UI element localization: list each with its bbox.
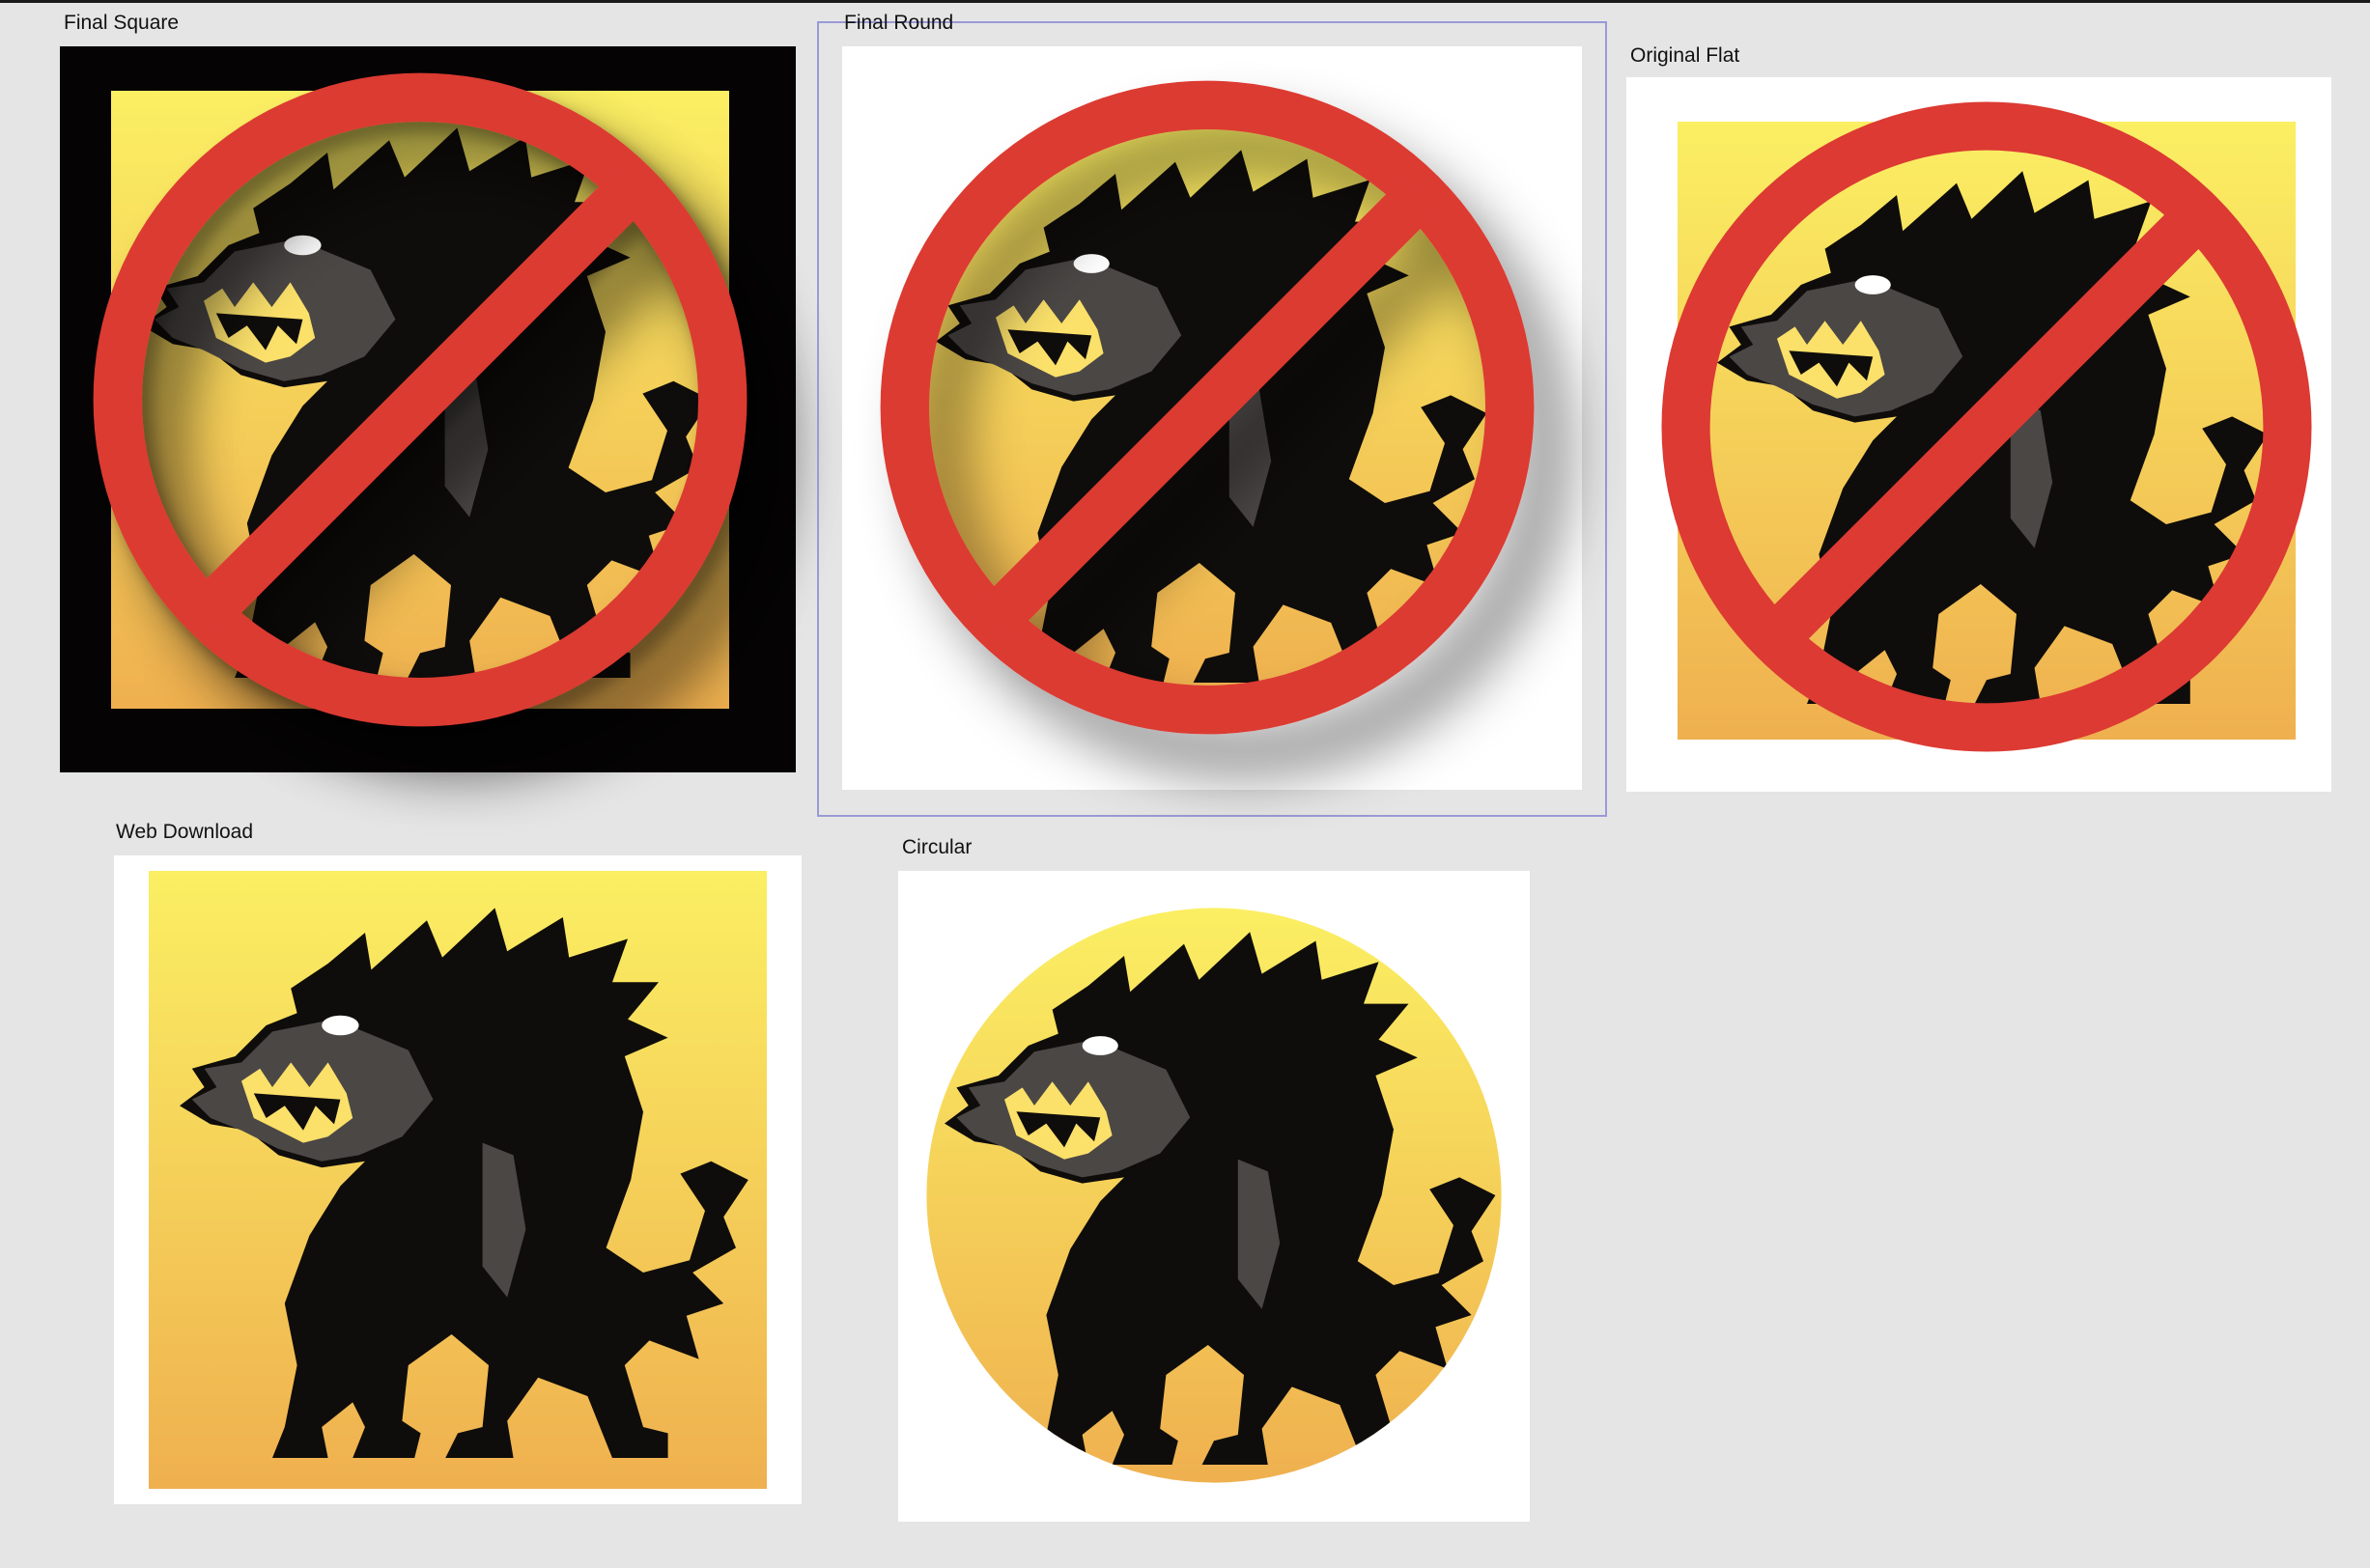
prohibition-sign-icon <box>1641 81 2332 772</box>
werewolf-silhouette-icon <box>945 932 1496 1465</box>
artboard-final-round[interactable] <box>842 46 1582 790</box>
artboard-label-final-round[interactable]: Final Round <box>844 12 953 35</box>
window-top-edge <box>0 0 2370 3</box>
prohibition-sign-icon <box>860 60 1555 755</box>
artboard-original-flat[interactable] <box>1626 77 2331 792</box>
werewolf-silhouette-icon <box>180 908 748 1458</box>
artboard-label-circular[interactable]: Circular <box>902 836 972 859</box>
prohibition-sign-icon <box>72 52 768 747</box>
artboard-label-final-square[interactable]: Final Square <box>64 12 179 35</box>
artboard-final-square[interactable] <box>60 46 796 772</box>
artboard-label-original-flat[interactable]: Original Flat <box>1630 44 1739 68</box>
artboard-label-web-download[interactable]: Web Download <box>116 821 253 844</box>
artboard-web-download[interactable] <box>114 855 802 1504</box>
artboard-circular[interactable] <box>898 871 1530 1522</box>
